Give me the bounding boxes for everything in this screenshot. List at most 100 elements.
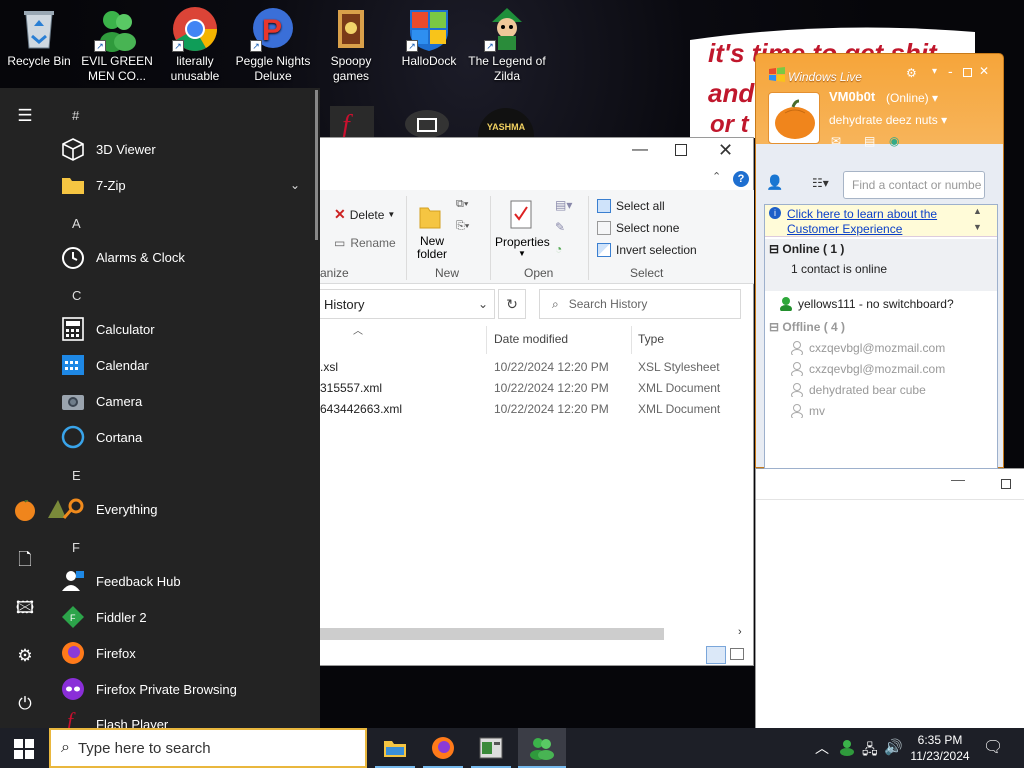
spaces-icon[interactable]: ▤ xyxy=(864,134,875,148)
hamburger-menu-icon[interactable]: ☰ xyxy=(13,104,37,128)
open-icon[interactable]: ▤▾ xyxy=(555,198,572,212)
avatar[interactable] xyxy=(768,92,820,144)
tray-messenger-icon[interactable] xyxy=(838,738,856,756)
offline-header[interactable]: ⊟ Offline ( 4 ) xyxy=(769,320,845,334)
scroll-right-icon[interactable]: › xyxy=(738,626,742,638)
messenger-settings-icon[interactable]: ⚙ xyxy=(906,66,917,80)
scroll-up-icon[interactable]: ▲ xyxy=(973,206,982,216)
sort-contacts-icon[interactable]: ☷▾ xyxy=(812,176,829,190)
properties-button[interactable]: Properties ▼ xyxy=(495,235,550,258)
start-item-alarms[interactable]: Alarms & Clock xyxy=(60,239,310,275)
documents-icon[interactable]: 🗋 xyxy=(13,548,37,572)
edit-icon[interactable]: ✎ xyxy=(555,220,565,234)
desktop-icon-hallodock[interactable]: ↗ HalloDock xyxy=(390,0,468,69)
contact-offline[interactable]: dehydrated bear cube xyxy=(790,383,926,399)
table-row[interactable]: 315557.xml 10/22/2024 12:20 PM XML Docum… xyxy=(320,377,754,398)
power-icon[interactable]: ⏻ xyxy=(13,692,37,716)
taskbar-search-input[interactable]: ⌕ Type here to search xyxy=(49,728,367,768)
delete-button[interactable]: ✕ Delete ▼ xyxy=(334,206,395,223)
clock[interactable]: 6:35 PM 11/23/2024 xyxy=(904,732,976,764)
news-icon[interactable]: ◉ xyxy=(889,134,899,148)
menu-dropdown-icon[interactable]: ▾ xyxy=(932,66,937,77)
maximize-button[interactable] xyxy=(963,68,972,77)
taskbar-messenger[interactable] xyxy=(518,728,566,768)
table-row[interactable]: 643442663.xml 10/22/2024 12:20 PM XML Do… xyxy=(320,398,754,419)
start-item-feedback-hub[interactable]: Feedback Hub xyxy=(60,563,310,599)
personal-message[interactable]: dehydrate deez nuts ▾ xyxy=(829,113,947,127)
find-contact-input[interactable]: Find a contact or numbe xyxy=(843,171,985,199)
online-group[interactable]: ⊟ Online ( 1 ) 1 contact is online xyxy=(765,239,997,291)
maximize-button[interactable] xyxy=(675,144,687,156)
select-none-button[interactable]: Select none xyxy=(597,221,679,235)
mail-icon[interactable]: ✉ xyxy=(831,134,841,148)
help-icon[interactable]: ? xyxy=(733,171,749,187)
details-view-icon[interactable] xyxy=(706,646,726,664)
desktop-icon-zilda[interactable]: ↗ The Legend of Zilda xyxy=(468,0,546,84)
start-item-7zip[interactable]: 7-Zip ⌄ xyxy=(60,167,310,203)
chevron-down-icon[interactable]: ⌄ xyxy=(478,297,488,311)
column-type[interactable]: Type xyxy=(638,332,664,346)
notifications-icon[interactable]: 🗨 xyxy=(983,737,1003,757)
column-date-modified[interactable]: Date modified xyxy=(494,332,568,346)
history-icon[interactable]: ◔ xyxy=(555,242,562,256)
taskbar-firefox[interactable] xyxy=(419,728,467,768)
minimize-button[interactable]: — xyxy=(625,142,655,162)
desktop-icon-recycle-bin[interactable]: Recycle Bin xyxy=(0,0,78,69)
online-header[interactable]: ⊟ Online ( 1 ) xyxy=(769,242,844,256)
section-letter-a[interactable]: A xyxy=(72,216,81,231)
start-item-calculator[interactable]: Calculator xyxy=(60,311,310,347)
user-avatar-icon[interactable] xyxy=(13,499,37,524)
start-button[interactable] xyxy=(14,739,34,759)
start-item-flash-player[interactable]: f Flash Player xyxy=(60,707,310,728)
monitor-desktop-icon[interactable] xyxy=(405,110,449,138)
minimize-button[interactable]: — xyxy=(951,471,965,487)
start-item-cortana[interactable]: Cortana xyxy=(60,419,310,455)
network-icon[interactable]: 🖧 xyxy=(862,739,878,763)
close-button[interactable]: ✕ xyxy=(979,64,989,78)
close-button[interactable]: ✕ xyxy=(718,140,733,161)
invert-selection-button[interactable]: Invert selection xyxy=(597,243,697,257)
start-item-firefox-private[interactable]: Firefox Private Browsing xyxy=(60,671,310,707)
search-input[interactable]: ⌕ Search History xyxy=(539,289,741,319)
collapse-ribbon-icon[interactable]: ⌃ xyxy=(712,170,721,183)
scroll-down-icon[interactable]: ▼ xyxy=(973,222,982,232)
desktop-icon-peggle[interactable]: P ↗ Peggle Nights Deluxe xyxy=(234,0,312,84)
show-hidden-icons-chevron-icon[interactable]: ︿ xyxy=(815,738,829,758)
start-item-camera[interactable]: Camera xyxy=(60,383,310,419)
status-selector[interactable]: (Online) ▾ xyxy=(886,91,938,105)
volume-icon[interactable]: 🔊 xyxy=(884,738,903,756)
settings-gear-icon[interactable]: ⚙ xyxy=(13,644,37,668)
desktop-icon-literally-unusable[interactable]: ↗ literally unusable xyxy=(156,0,234,84)
contact-offline[interactable]: cxzqevbgl@mozmail.com xyxy=(790,362,945,378)
section-letter-c[interactable]: C xyxy=(72,288,81,303)
user-display-name[interactable]: VM0b0t xyxy=(829,89,875,104)
minimize-button[interactable]: - xyxy=(948,63,953,79)
maximize-button[interactable] xyxy=(1001,479,1011,489)
add-contact-icon[interactable]: 👤 xyxy=(766,174,783,191)
start-item-fiddler[interactable]: F Fiddler 2 xyxy=(60,599,310,635)
desktop-icon-spoopy-games[interactable]: Spoopy games xyxy=(312,0,390,84)
rename-button[interactable]: ▭ Rename xyxy=(334,236,396,250)
contact-online[interactable]: yellows111 - no switchboard? xyxy=(779,297,954,313)
select-all-button[interactable]: Select all xyxy=(597,199,665,213)
customer-experience-link[interactable]: Click here to learn about the Customer E… xyxy=(787,207,967,237)
start-menu-scrollbar[interactable] xyxy=(315,90,318,240)
section-letter-hash[interactable]: # xyxy=(72,108,79,123)
start-item-firefox[interactable]: Firefox xyxy=(60,635,310,671)
pictures-icon[interactable]: 🖾 xyxy=(13,596,37,620)
section-letter-e[interactable]: E xyxy=(72,468,81,483)
taskbar-file-explorer[interactable] xyxy=(371,728,419,768)
taskbar-app-window[interactable] xyxy=(467,728,515,768)
address-bar[interactable]: History ⌄ xyxy=(320,289,495,319)
horizontal-scrollbar[interactable] xyxy=(320,628,664,640)
table-row[interactable]: .xsl 10/22/2024 12:20 PM XSL Stylesheet xyxy=(320,356,754,377)
start-item-everything[interactable]: Everything xyxy=(46,491,296,527)
easy-access-icon[interactable]: ⎘▾ xyxy=(456,220,469,233)
start-item-calendar[interactable]: Calendar xyxy=(60,347,310,383)
section-letter-f[interactable]: F xyxy=(72,540,80,555)
large-icons-view-icon[interactable] xyxy=(730,648,744,660)
flash-desktop-icon[interactable]: f xyxy=(330,106,374,141)
desktop-icon-evil-green-men[interactable]: ↗ EVIL GREEN MEN CO... xyxy=(78,0,156,84)
new-folder-button[interactable]: New folder xyxy=(408,235,456,261)
contact-offline[interactable]: cxzqevbgl@mozmail.com xyxy=(790,341,945,357)
